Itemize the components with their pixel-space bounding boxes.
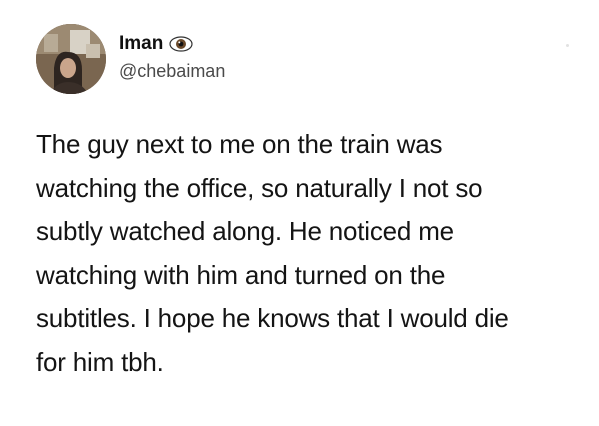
display-name[interactable]: Iman	[119, 31, 163, 57]
more-dot	[566, 44, 569, 47]
tweet-text: The guy next to me on the train was watc…	[36, 129, 509, 377]
display-name-row: Iman	[119, 31, 225, 57]
avatar[interactable]	[36, 24, 106, 94]
eye-icon	[169, 36, 193, 52]
user-handle[interactable]: @chebaiman	[119, 59, 225, 83]
tweet-card: Iman @chebaiman The guy next to me on th…	[0, 0, 599, 426]
avatar-image	[36, 24, 106, 94]
tweet-author: Iman @chebaiman	[119, 31, 225, 83]
